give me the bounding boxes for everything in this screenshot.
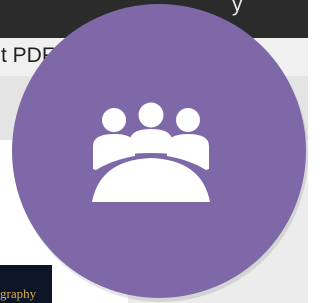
meeting-group-icon bbox=[92, 102, 210, 202]
thumbnail-image[interactable]: graphy bbox=[0, 265, 52, 303]
window-title: y bbox=[232, 0, 243, 16]
thumbnail-caption: graphy bbox=[0, 286, 37, 301]
